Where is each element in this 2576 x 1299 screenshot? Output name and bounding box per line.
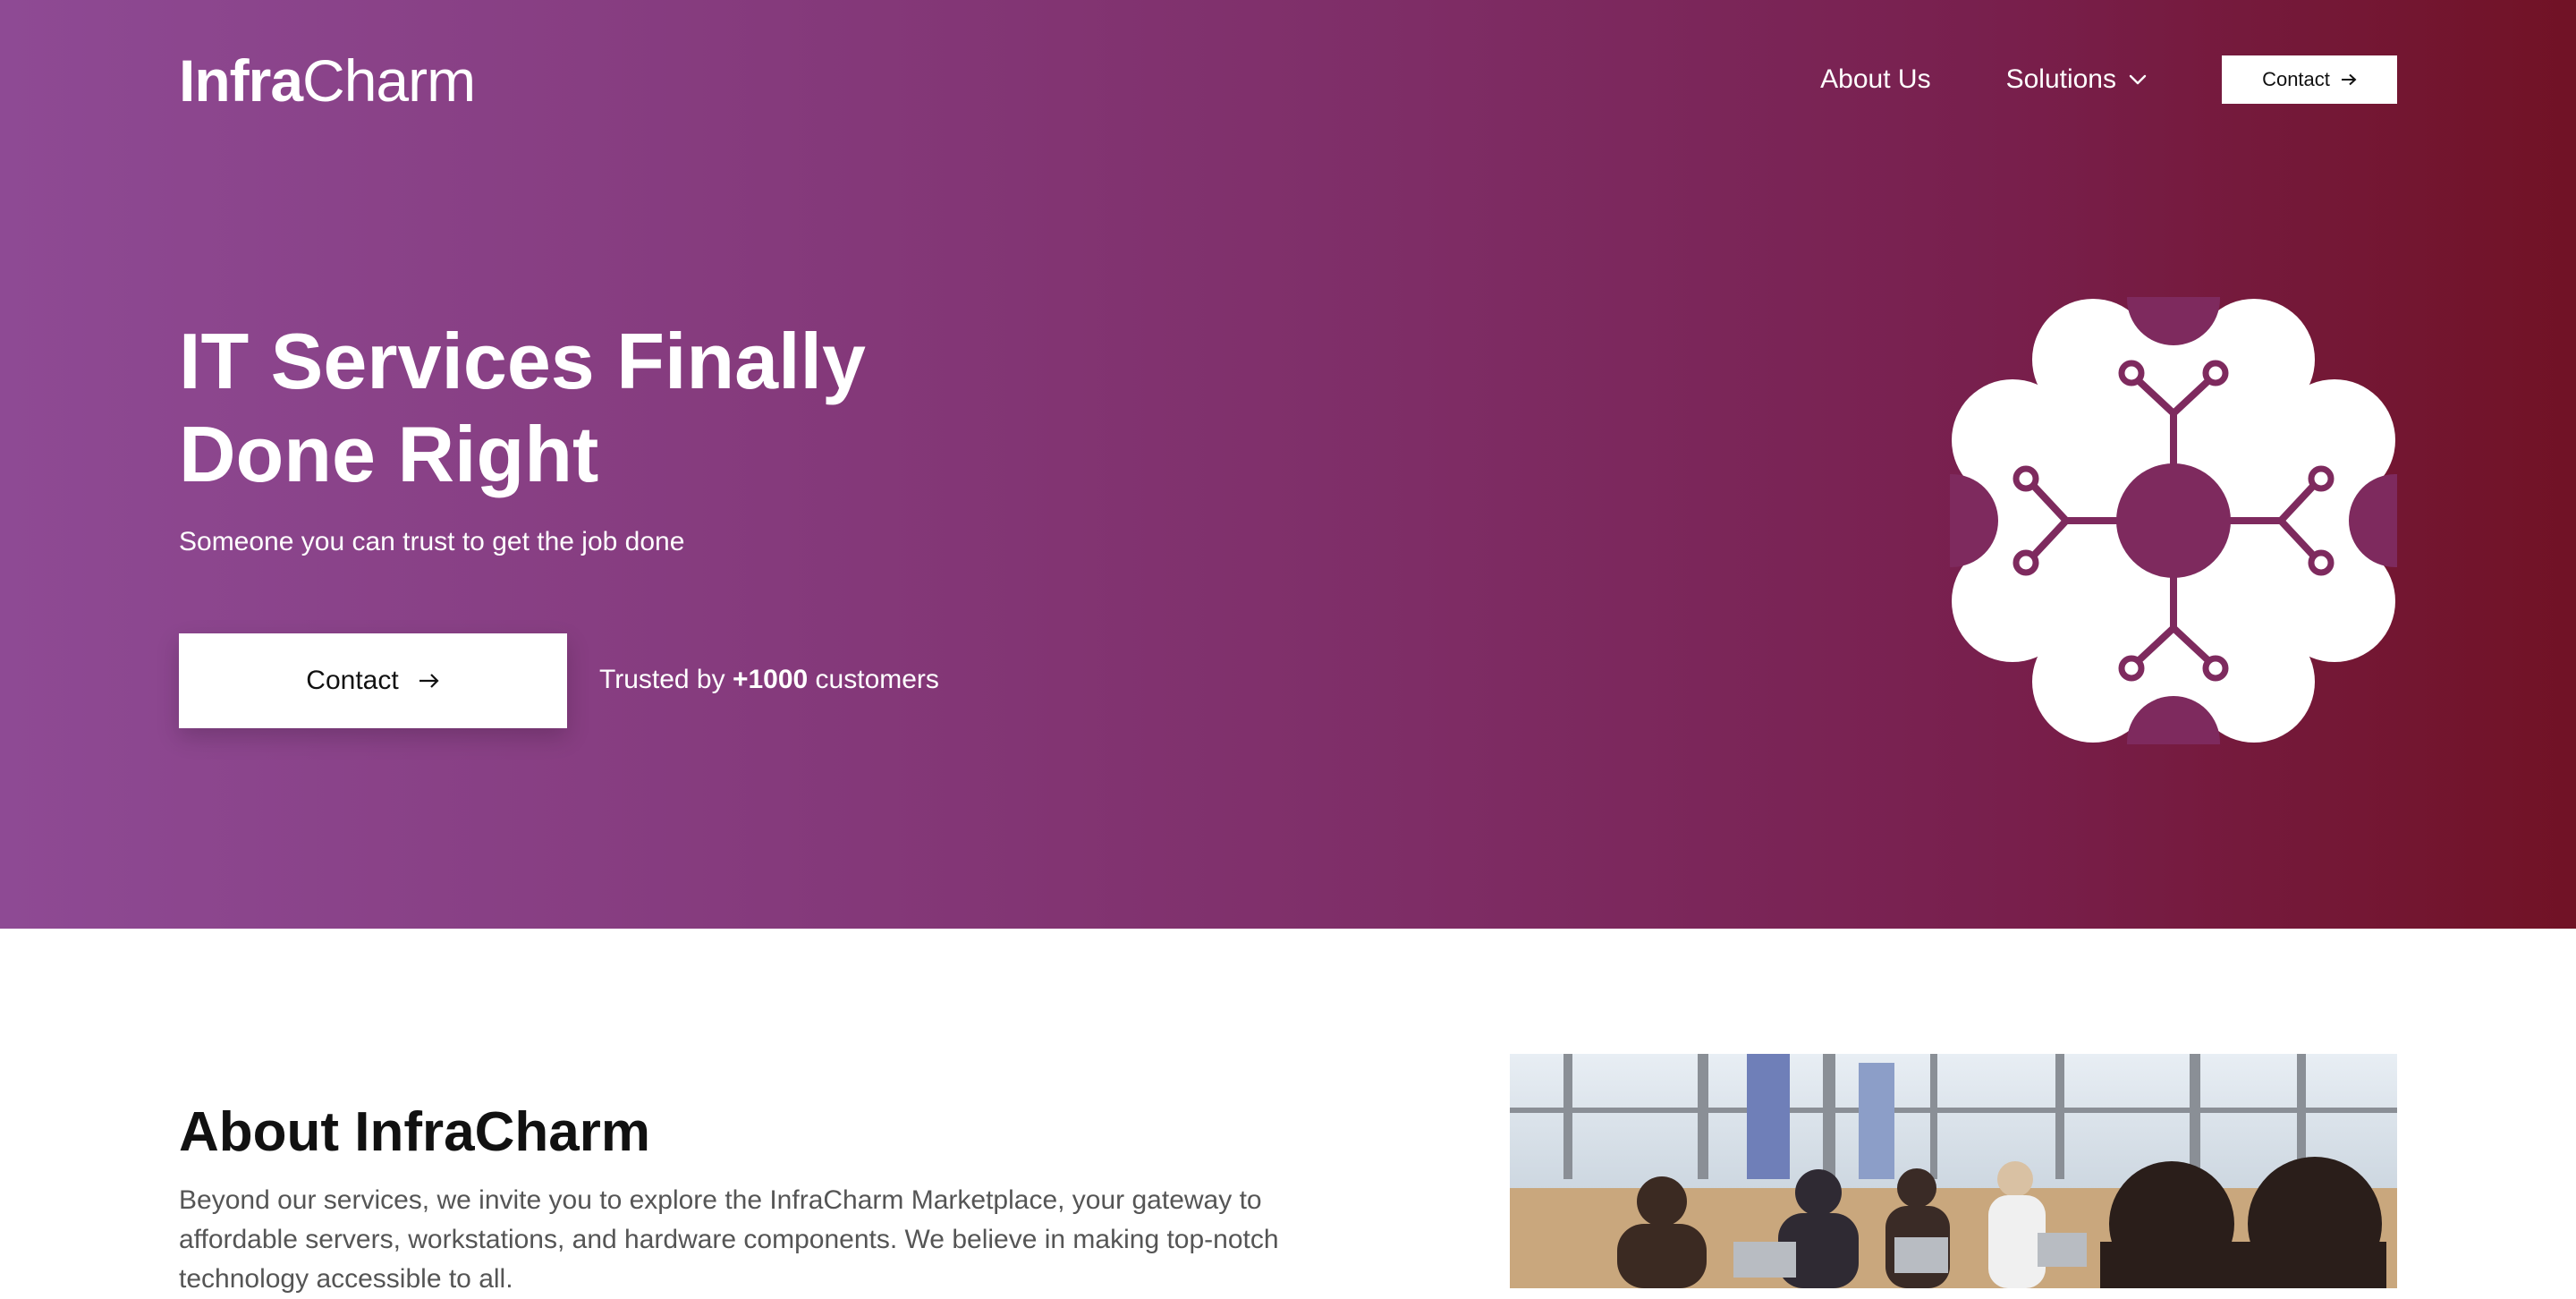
trusted-prefix: Trusted by bbox=[599, 665, 733, 694]
hero-title-line-2: Done Right bbox=[179, 410, 599, 498]
logo-bold-text: Infra bbox=[179, 47, 303, 114]
nav-about-label: About Us bbox=[1820, 64, 1931, 94]
arrow-right-icon bbox=[2341, 73, 2357, 86]
hero-contact-label: Contact bbox=[306, 666, 399, 695]
logo-light-text: Charm bbox=[302, 47, 476, 114]
nav-about-us[interactable]: About Us bbox=[1820, 64, 1930, 95]
main-nav: About Us Solutions Contact bbox=[1820, 55, 2397, 104]
hero-subtitle: Someone you can trust to get the job don… bbox=[179, 527, 685, 556]
about-title: About InfraCharm bbox=[179, 1101, 650, 1163]
hero-section: Infra Charm About Us Solutions Contact IT… bbox=[0, 0, 2576, 929]
brand-logo[interactable]: Infra Charm bbox=[179, 47, 476, 115]
hero-contact-button[interactable]: Contact bbox=[179, 633, 567, 728]
chevron-down-icon bbox=[2129, 74, 2147, 85]
arrow-right-icon bbox=[419, 673, 440, 689]
trusted-suffix: customers bbox=[808, 665, 939, 694]
trusted-count: +1000 bbox=[732, 665, 809, 694]
about-description: Beyond our services, we invite you to ex… bbox=[179, 1185, 1279, 1294]
hero-title: IT Services Finally Done Right bbox=[179, 315, 1163, 501]
hero-title-line-1: IT Services Finally bbox=[179, 317, 866, 405]
circuit-flower-icon bbox=[1950, 297, 2397, 744]
nav-contact-label: Contact bbox=[2262, 68, 2330, 90]
nav-solutions-label: Solutions bbox=[2005, 64, 2116, 94]
team-meeting-photo bbox=[1510, 1054, 2397, 1288]
trusted-by-text: Trusted by +1000 customers bbox=[599, 662, 939, 698]
nav-contact-button[interactable]: Contact bbox=[2222, 55, 2397, 104]
nav-solutions-dropdown[interactable]: Solutions bbox=[2006, 64, 2147, 95]
